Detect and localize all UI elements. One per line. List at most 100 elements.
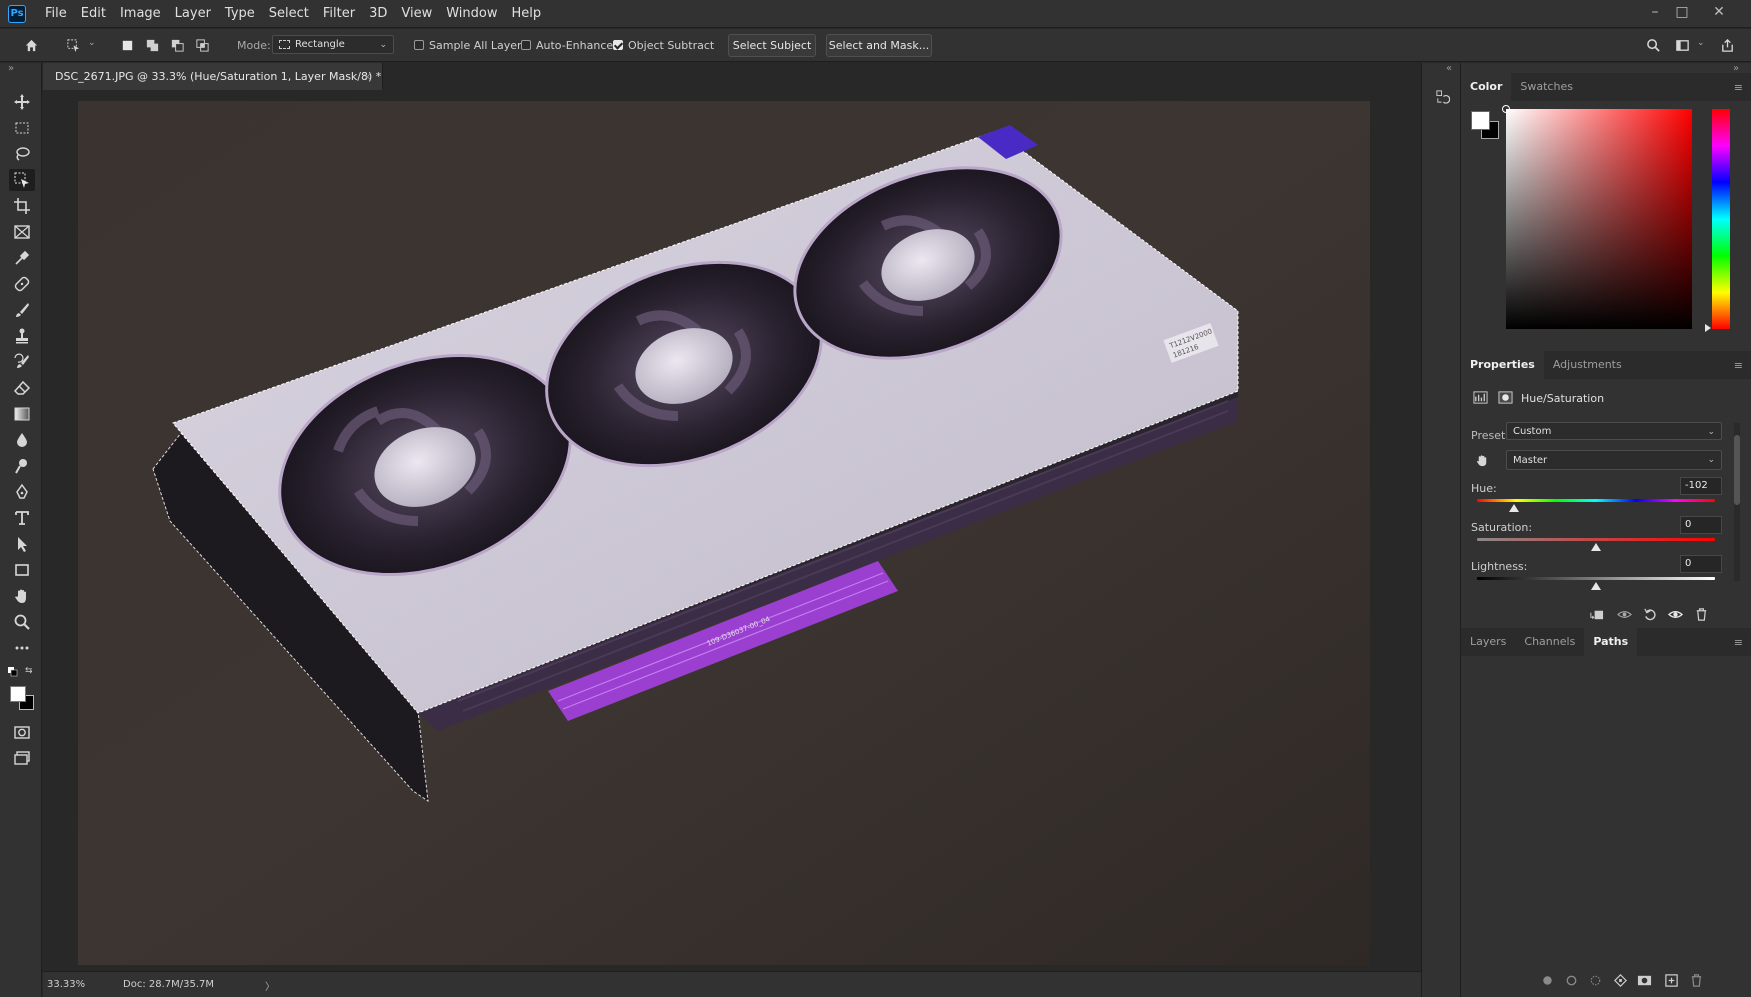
default-colors-icon[interactable] [8, 667, 18, 677]
eraser-tool-icon[interactable] [9, 377, 35, 399]
search-icon[interactable] [1644, 36, 1662, 54]
saturation-slider-thumb[interactable] [1591, 543, 1601, 551]
move-tool-icon[interactable] [9, 91, 35, 113]
add-mask-icon[interactable] [1635, 971, 1653, 989]
menu-3d[interactable]: 3D [362, 0, 394, 28]
tab-swatches[interactable]: Swatches [1511, 73, 1582, 101]
targeted-adjustment-hand-icon[interactable] [1473, 451, 1491, 469]
hue-slider-track[interactable] [1477, 499, 1715, 502]
healing-brush-tool-icon[interactable] [9, 273, 35, 295]
color-picker-handle[interactable] [1502, 105, 1510, 113]
tab-color[interactable]: Color [1461, 73, 1512, 101]
menu-window[interactable]: Window [439, 0, 504, 28]
expand-panels-icon[interactable]: « [1446, 63, 1452, 74]
view-previous-state-icon[interactable] [1615, 605, 1633, 623]
document-tab[interactable]: DSC_2671.JPG @ 33.3% (Hue/Saturation 1, … [43, 63, 383, 90]
paths-list[interactable] [1461, 656, 1751, 965]
menu-filter[interactable]: Filter [316, 0, 362, 28]
channel-select[interactable]: Master ⌄ [1506, 450, 1722, 470]
load-path-as-selection-icon[interactable] [1586, 971, 1604, 989]
dodge-tool-icon[interactable] [9, 455, 35, 477]
delete-path-icon[interactable] [1687, 971, 1705, 989]
layers-panel-menu-icon[interactable]: ≡ [1734, 636, 1743, 649]
menu-image[interactable]: Image [113, 0, 168, 28]
color-panel-swatches[interactable] [1471, 111, 1501, 141]
intersect-selection-icon[interactable] [193, 36, 211, 54]
preset-chevron-icon[interactable]: ⌄ [88, 38, 96, 48]
frame-tool-icon[interactable] [9, 221, 35, 243]
toggle-visibility-icon[interactable] [1666, 605, 1684, 623]
gradient-tool-icon[interactable] [9, 403, 35, 425]
auto-enhance-checkbox[interactable] [521, 40, 531, 50]
status-menu-arrow-icon[interactable]: 〉 [265, 978, 275, 993]
clip-to-layer-icon[interactable] [1587, 605, 1605, 623]
rectangular-marquee-tool-icon[interactable] [9, 117, 35, 139]
zoom-tool-icon[interactable] [9, 611, 35, 633]
tab-paths[interactable]: Paths [1584, 628, 1638, 656]
history-brush-tool-icon[interactable] [9, 351, 35, 373]
properties-scrollbar[interactable] [1734, 423, 1740, 581]
workspace-chevron-icon[interactable]: ⌄ [1697, 38, 1705, 48]
menu-help[interactable]: Help [505, 0, 549, 28]
foreground-color-swatch[interactable] [10, 686, 26, 702]
tab-layers[interactable]: Layers [1461, 628, 1515, 656]
hue-slider-thumb[interactable] [1508, 504, 1519, 512]
subtract-from-selection-icon[interactable] [168, 36, 186, 54]
lightness-value-input[interactable]: 0 [1680, 555, 1722, 573]
properties-panel-menu-icon[interactable]: ≡ [1734, 359, 1743, 372]
menu-view[interactable]: View [394, 0, 439, 28]
workspace-icon[interactable] [1673, 36, 1691, 54]
more-tools-icon[interactable] [9, 637, 35, 659]
foreground-background-swatch[interactable] [10, 686, 36, 712]
brush-tool-icon[interactable] [9, 299, 35, 321]
object-selection-tool-icon[interactable] [9, 169, 35, 191]
hue-spectrum-marker[interactable] [1705, 324, 1711, 332]
object-subtract-checkbox[interactable] [613, 40, 623, 50]
saturation-value-input[interactable]: 0 [1680, 516, 1722, 534]
collapse-toolbar-icon[interactable]: » [8, 63, 14, 74]
object-selection-tool-preset-icon[interactable] [64, 36, 82, 54]
delete-adjustment-icon[interactable] [1692, 605, 1710, 623]
reset-adjustment-icon[interactable] [1641, 605, 1659, 623]
home-icon[interactable] [22, 36, 40, 54]
menu-file[interactable]: File [38, 0, 74, 28]
clone-stamp-tool-icon[interactable] [9, 325, 35, 347]
lasso-tool-icon[interactable] [9, 143, 35, 165]
crop-tool-icon[interactable] [9, 195, 35, 217]
layer-mask-icon[interactable] [1496, 388, 1514, 406]
type-tool-icon[interactable] [9, 507, 35, 529]
sample-all-layers-checkbox[interactable] [414, 40, 424, 50]
close-document-icon[interactable]: × [363, 70, 372, 83]
properties-scrollbar-thumb[interactable] [1734, 435, 1740, 505]
image-canvas[interactable]: T1212V2000 181216 109-D36037-00_04 [78, 101, 1370, 965]
make-work-path-icon[interactable] [1611, 971, 1629, 989]
color-panel-foreground-swatch[interactable] [1471, 111, 1490, 130]
adjustment-layer-icon[interactable] [1471, 388, 1489, 406]
path-selection-tool-icon[interactable] [9, 533, 35, 555]
history-panel-icon[interactable] [1433, 87, 1451, 105]
color-field[interactable] [1502, 105, 1692, 329]
screen-mode-icon[interactable] [9, 747, 35, 769]
add-to-selection-icon[interactable] [143, 36, 161, 54]
lightness-slider-thumb[interactable] [1591, 582, 1601, 590]
pen-tool-icon[interactable] [9, 481, 35, 503]
zoom-level[interactable]: 33.33% [47, 979, 85, 990]
color-panel-menu-icon[interactable]: ≡ [1734, 81, 1743, 94]
hue-value-input[interactable]: -102 [1680, 477, 1722, 495]
tab-adjustments[interactable]: Adjustments [1544, 351, 1631, 379]
quick-mask-icon[interactable] [9, 721, 35, 743]
hand-tool-icon[interactable] [9, 585, 35, 607]
menu-select[interactable]: Select [262, 0, 316, 28]
new-selection-icon[interactable] [118, 36, 136, 54]
rectangle-tool-icon[interactable] [9, 559, 35, 581]
tab-channels[interactable]: Channels [1515, 628, 1584, 656]
lightness-slider-track[interactable] [1477, 577, 1715, 580]
menu-type[interactable]: Type [218, 0, 262, 28]
create-new-path-icon[interactable] [1662, 971, 1680, 989]
select-and-mask-button[interactable]: Select and Mask... [826, 34, 932, 57]
menu-layer[interactable]: Layer [168, 0, 218, 28]
mode-select[interactable]: Rectangle ⌄ [272, 35, 394, 54]
blur-tool-icon[interactable] [9, 429, 35, 451]
select-subject-button[interactable]: Select Subject [728, 34, 816, 57]
swap-colors-icon[interactable]: ⇆ [25, 666, 36, 677]
